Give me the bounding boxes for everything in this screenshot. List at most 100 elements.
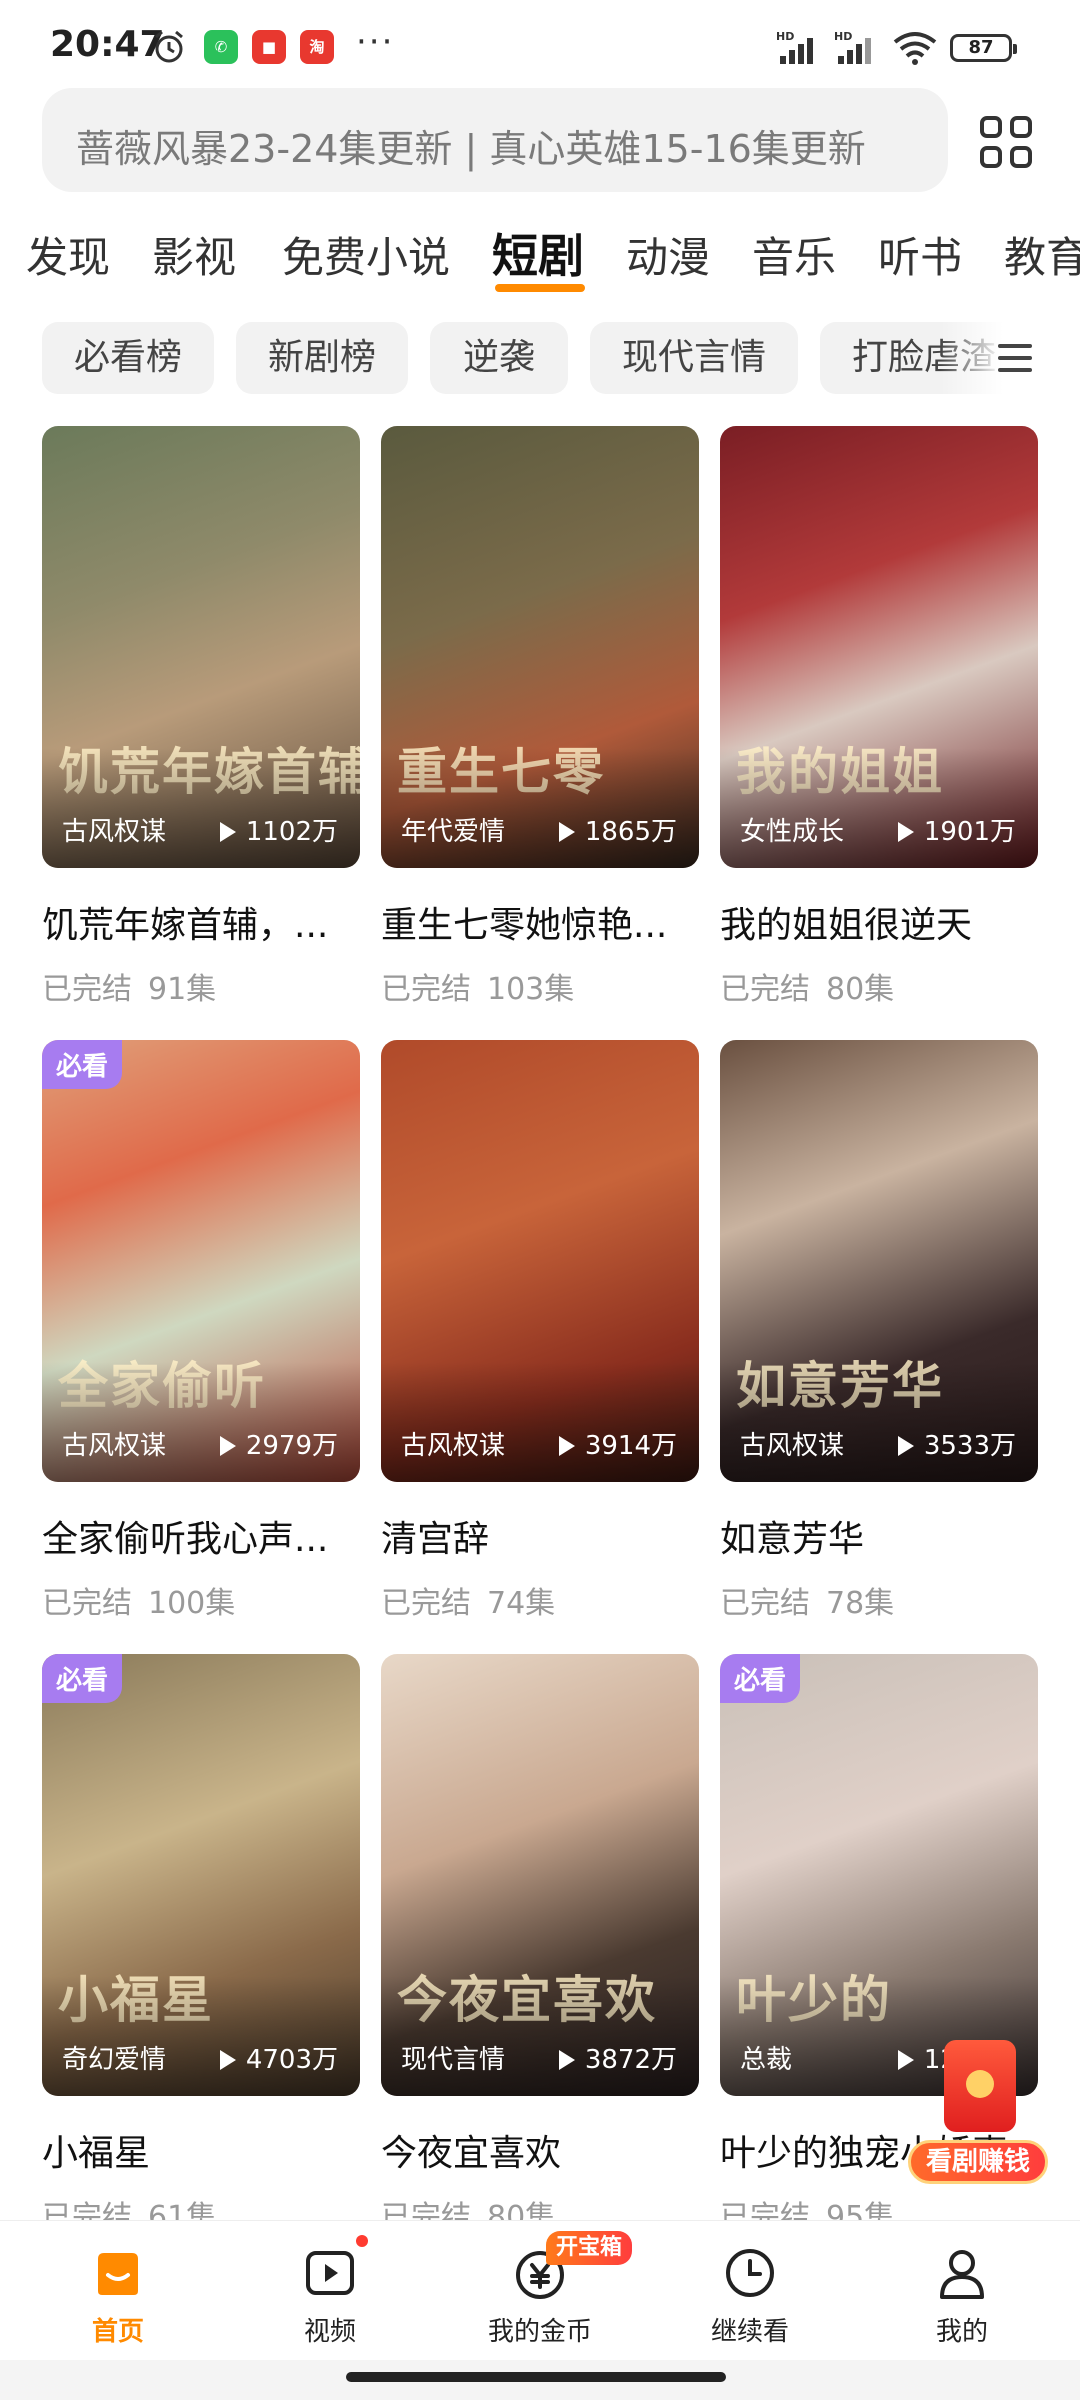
wechat-icon: ✆	[204, 30, 238, 64]
treasure-box-badge[interactable]: 开宝箱	[546, 2231, 633, 2265]
play-icon	[219, 2050, 236, 2070]
view-count-text: 3533万	[923, 1431, 1016, 1461]
tab-music[interactable]: 音乐	[752, 224, 836, 285]
poster-shade	[381, 748, 699, 868]
drama-card[interactable]: 必看全家偷听古风权谋2979万全家偷听我心声...已完结100集	[42, 1040, 360, 1622]
view-count: 3914万	[558, 1425, 677, 1462]
home-indicator[interactable]	[346, 2372, 726, 2382]
poster-shade	[381, 1976, 699, 2096]
battery-indicator: 87	[950, 34, 1017, 62]
play-icon	[897, 1436, 914, 1456]
nav-coins-label: 我的金币	[487, 2317, 592, 2347]
drama-poster[interactable]: 古风权谋 3914万	[381, 1040, 699, 1482]
signal-icon: HD	[776, 30, 813, 64]
red-app-icon: ■	[252, 30, 286, 64]
must-watch-badge: 必看	[42, 1654, 123, 1703]
watch-earn-label[interactable]: 看剧赚钱	[908, 2140, 1048, 2184]
drama-title[interactable]: 清宫辞	[381, 1510, 699, 1562]
play-icon	[558, 822, 575, 842]
drama-title[interactable]: 如意芳华	[720, 1510, 1038, 1562]
drama-title[interactable]: 重生七零她惊艳...	[381, 896, 699, 948]
more-notifications-icon: ···	[356, 22, 395, 62]
search-placeholder[interactable]: 蔷薇风暴23-24集更新 | 真心英雄15-16集更新	[76, 118, 866, 173]
video-icon	[306, 2251, 354, 2295]
red-packet-icon[interactable]	[944, 2040, 1016, 2132]
alarm-icon	[155, 30, 183, 63]
genre-tag: 年代爱情	[401, 817, 506, 847]
drama-card[interactable]: 必看小福星奇幻爱情4703万小福星已完结61集	[42, 1654, 360, 2236]
chip-must-watch[interactable]: 必看榜	[42, 322, 214, 394]
drama-poster[interactable]: 我的姐姐女性成长1901万	[720, 426, 1038, 868]
tab-anime[interactable]: 动漫	[626, 224, 710, 285]
drama-poster[interactable]: 必看全家偷听古风权谋2979万	[42, 1040, 360, 1482]
tab-audiobook[interactable]: 听书	[878, 224, 962, 285]
poster-shade	[720, 1362, 1038, 1482]
view-count-text: 1901万	[923, 817, 1016, 847]
poster-shade	[42, 1976, 360, 2096]
tab-film-tv[interactable]: 影视	[152, 224, 236, 285]
episode-count: 78集	[826, 1586, 895, 1621]
drama-poster[interactable]: 重生七零年代爱情1865万	[381, 426, 699, 868]
chip-comeback[interactable]: 逆袭	[430, 322, 568, 394]
drama-title[interactable]: 小福星	[42, 2124, 360, 2176]
play-icon	[558, 1436, 575, 1456]
drama-title[interactable]: 今夜宜喜欢	[381, 2124, 699, 2176]
completion-status: 已完结	[381, 1586, 471, 1621]
drama-meta: 已完结 78集	[720, 1578, 1038, 1622]
search-bar[interactable]: 蔷薇风暴23-24集更新 | 真心英雄15-16集更新	[42, 88, 948, 192]
completion-status: 已完结	[381, 972, 471, 1007]
taobao-icon: 淘	[300, 30, 334, 64]
watch-earn-widget[interactable]: 看剧赚钱	[908, 2040, 1048, 2190]
tab-education[interactable]: 教育	[1004, 224, 1080, 285]
drama-poster[interactable]: 必看小福星奇幻爱情4703万	[42, 1654, 360, 2096]
view-count: 3533万	[897, 1425, 1016, 1462]
active-tab-indicator	[495, 284, 585, 292]
poster-shade	[381, 1362, 699, 1482]
nav-continue-label: 继续看	[710, 2317, 789, 2347]
drama-poster[interactable]: 今夜宜喜欢现代言情3872万	[381, 1654, 699, 2096]
category-tabs: 发现 影视 免费小说 短剧 动漫 音乐 听书 教育	[0, 220, 1080, 300]
filter-chips: 必看榜 新剧榜 逆袭 现代言情 打脸虐渣	[0, 318, 1080, 398]
nav-continue[interactable]: 继续看	[670, 2245, 830, 2348]
must-watch-badge: 必看	[720, 1654, 801, 1703]
drama-card[interactable]: 如意芳华古风权谋3533万如意芳华已完结 78集	[720, 1040, 1038, 1622]
chip-new-drama[interactable]: 新剧榜	[236, 322, 408, 394]
bottom-navigation: 首页 视频 我的金币 开宝箱 继续看 我的	[0, 2220, 1080, 2361]
episode-count: 103集	[487, 972, 575, 1007]
view-count-text: 4703万	[245, 2045, 338, 2075]
nav-video[interactable]: 视频	[250, 2245, 410, 2348]
tab-discover[interactable]: 发现	[26, 224, 110, 285]
view-count: 1102万	[219, 811, 338, 848]
view-count-text: 1102万	[245, 817, 338, 847]
drama-card[interactable]: 重生七零年代爱情1865万重生七零她惊艳... 已完结 103集	[381, 426, 699, 1008]
drama-poster[interactable]: 如意芳华古风权谋3533万	[720, 1040, 1038, 1482]
completion-status: 已完结	[720, 1586, 810, 1621]
chip-modern-romance[interactable]: 现代言情	[590, 322, 798, 394]
svg-text:HD: HD	[834, 30, 852, 43]
drama-title[interactable]: 饥荒年嫁首辅，...	[42, 896, 360, 948]
poster-shade	[720, 748, 1038, 868]
play-icon	[219, 1436, 236, 1456]
svg-text:HD: HD	[776, 30, 794, 43]
nav-video-label: 视频	[303, 2317, 356, 2347]
drama-card[interactable]: 饥荒年嫁首辅古风权谋1102万饥荒年嫁首辅，...已完结91集	[42, 426, 360, 1008]
drama-card[interactable]: 我的姐姐女性成长1901万我的姐姐很逆天已完结80集	[720, 426, 1038, 1008]
tab-free-novel[interactable]: 免费小说	[282, 224, 450, 285]
drama-poster[interactable]: 饥荒年嫁首辅古风权谋1102万	[42, 426, 360, 868]
drama-poster[interactable]: 必看叶少的总裁1293万	[720, 1654, 1038, 2096]
drama-card[interactable]: 今夜宜喜欢现代言情3872万今夜宜喜欢已完结80集	[381, 1654, 699, 2236]
drama-title[interactable]: 我的姐姐很逆天	[720, 896, 1038, 948]
nav-profile[interactable]: 我的	[882, 2245, 1042, 2348]
nav-home[interactable]: 首页	[38, 2245, 198, 2348]
drama-card[interactable]: 古风权谋 3914万清宫辞已完结 74集	[381, 1040, 699, 1622]
episode-count: 74集	[487, 1586, 556, 1621]
drama-title[interactable]: 全家偷听我心声...	[42, 1510, 360, 1562]
genre-tag: 古风权谋	[401, 1431, 506, 1461]
view-count-text: 3872万	[584, 2045, 677, 2075]
category-grid-icon[interactable]	[976, 112, 1036, 172]
signal-icon-2: HD	[834, 30, 871, 64]
tab-short-drama[interactable]: 短剧	[492, 220, 584, 286]
genre-tag: 女性成长	[740, 817, 845, 847]
menu-icon[interactable]	[994, 338, 1038, 378]
episode-count: 91集	[148, 972, 217, 1007]
